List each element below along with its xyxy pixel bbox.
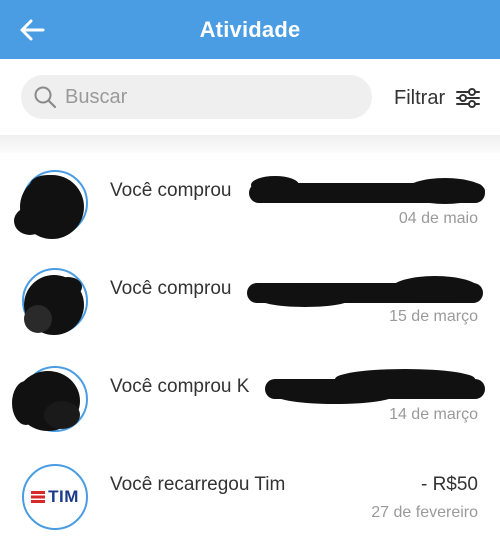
- activity-item[interactable]: TIM Você recarregou Tim - R$50 27 de fev…: [0, 447, 500, 545]
- search-icon: [34, 86, 57, 109]
- activity-description: Você comprou: [110, 180, 232, 201]
- tim-logo-icon: [31, 491, 46, 503]
- activity-date: 27 de fevereiro: [371, 504, 478, 521]
- activity-item[interactable]: Você comprou 04 de maio: [0, 153, 500, 251]
- activity-date: 14 de março: [389, 406, 478, 423]
- activity-date: 15 de março: [389, 308, 478, 325]
- redaction-scribble: [24, 275, 84, 335]
- redaction-scribble: [265, 369, 485, 404]
- activity-description: Você comprou: [110, 278, 232, 299]
- activity-description: Você comprou K: [110, 376, 250, 397]
- section-divider: [0, 135, 500, 153]
- sliders-icon: [456, 88, 481, 108]
- redaction-scribble: [12, 371, 80, 431]
- activity-date: 04 de maio: [398, 210, 478, 227]
- filter-button[interactable]: Filtrar: [394, 83, 481, 113]
- arrow-left-icon: [20, 19, 45, 41]
- activity-description: Você recarregou Tim: [110, 474, 286, 495]
- redaction-scribble: [14, 175, 84, 239]
- redaction-scribble: [249, 176, 485, 204]
- filter-label: Filtrar: [394, 86, 446, 109]
- activity-list: Você comprou 04 de maio Você comprou 15 …: [0, 153, 500, 545]
- activity-item[interactable]: Você comprou K 14 de março: [0, 349, 500, 447]
- back-button[interactable]: [16, 14, 48, 46]
- activity-amount: - R$50: [420, 474, 478, 495]
- search-bar: Filtrar: [0, 59, 500, 135]
- app-bar: Atividade: [0, 0, 500, 59]
- activity-item[interactable]: Você comprou 15 de março: [0, 251, 500, 349]
- redaction-scribble: [247, 276, 483, 307]
- search-input[interactable]: [65, 85, 345, 109]
- search-box[interactable]: [21, 75, 372, 119]
- tim-logo-text: TIM: [48, 487, 79, 506]
- tim-logo: TIM: [22, 464, 88, 530]
- page-title: Atividade: [199, 16, 301, 42]
